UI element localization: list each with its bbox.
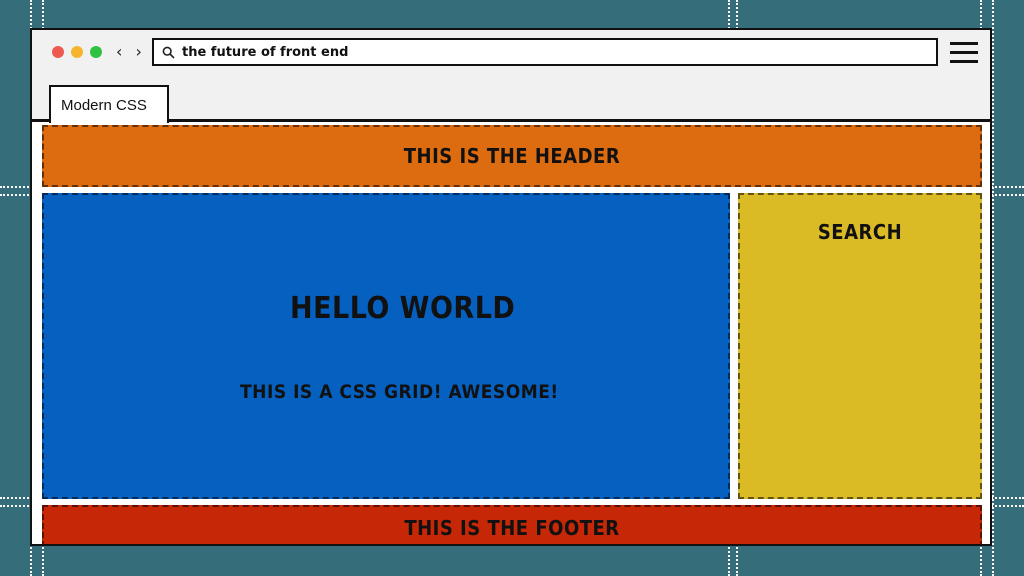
header-text: THIS IS THE HEADER [403, 144, 621, 168]
maximize-window-button[interactable] [90, 46, 102, 58]
address-text: the future of front end [182, 45, 349, 60]
grid-guide-line [992, 0, 994, 576]
minimize-window-button[interactable] [71, 46, 83, 58]
search-icon [162, 46, 175, 59]
browser-toolbar: ‹ › the future of front end Modern CSS [32, 30, 990, 123]
page-sidebar: SEARCH [738, 193, 982, 499]
footer-text: THIS IS THE FOOTER [404, 516, 620, 540]
address-bar[interactable]: the future of front end [152, 38, 938, 66]
main-title: HELLO WORLD [290, 291, 516, 326]
hamburger-menu-icon[interactable] [950, 42, 978, 64]
tab-modern-css[interactable]: Modern CSS [49, 85, 169, 123]
page-main: HELLO WORLD THIS IS A CSS GRID! AWESOME! [42, 193, 730, 499]
page-header: THIS IS THE HEADER [42, 125, 982, 187]
browser-window: ‹ › the future of front end Modern CSS T… [30, 28, 992, 546]
sidebar-text: SEARCH [817, 220, 903, 244]
main-subtitle: THIS IS A CSS GRID! AWESOME! [240, 381, 559, 403]
close-window-button[interactable] [52, 46, 64, 58]
page-footer: THIS IS THE FOOTER [42, 505, 982, 544]
back-forward-arrows-icon[interactable]: ‹ › [116, 42, 146, 61]
